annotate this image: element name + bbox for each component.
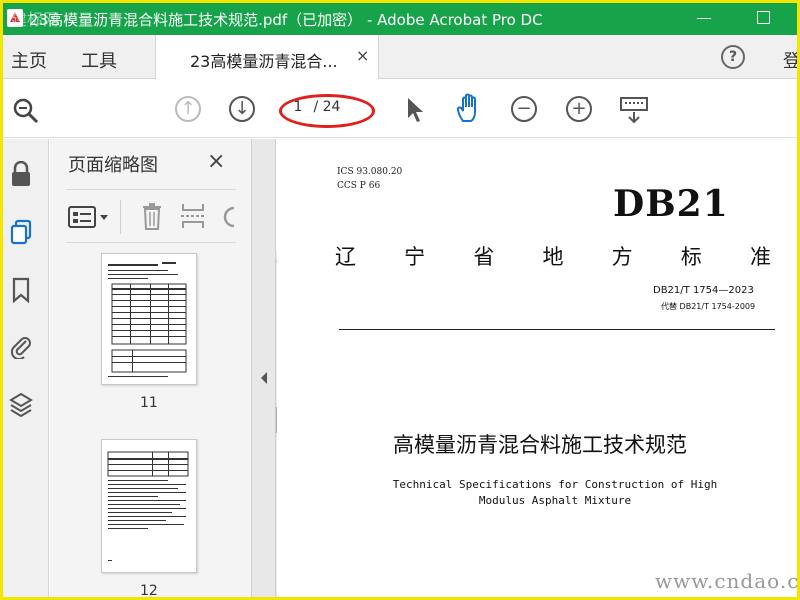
thumbnail-label-11: 11: [140, 395, 158, 411]
menu-tools[interactable]: 工具: [81, 47, 117, 73]
province-standard-heading: 辽宁省地方标准: [335, 241, 771, 271]
province-char: 宁: [404, 245, 426, 269]
province-char: 辽: [335, 245, 356, 269]
pages-icon[interactable]: [9, 219, 33, 245]
trash-icon[interactable]: [140, 202, 164, 230]
toolbar-divider: [120, 200, 121, 234]
keyboard-icon[interactable]: [619, 96, 651, 124]
thumbnail-page-12[interactable]: [101, 439, 197, 573]
chinese-title: 高模量沥青混合料施工技术规范: [393, 433, 687, 457]
menu-bar: 主页 工具 23高模量沥青混合... × ? 登: [3, 35, 797, 79]
thumbnail-12-preview: [107, 451, 189, 561]
main-toolbar: ↑ ↓ 1 / 24 − +: [3, 80, 797, 138]
english-title-line-2: Modulus Asphalt Mixture: [478, 494, 632, 507]
login-button[interactable]: 登: [783, 47, 797, 73]
thumbnail-panel-title: 页面缩略图: [68, 155, 158, 176]
english-title: Technical Specifications for Constructio…: [387, 477, 723, 509]
document-tab[interactable]: 23高模量沥青混合... ×: [155, 35, 379, 79]
search-zoom-icon[interactable]: [11, 96, 41, 126]
english-title-line-1: Technical Specifications for Constructio…: [392, 478, 718, 491]
left-rail: [3, 139, 49, 597]
select-arrow-icon[interactable]: [405, 96, 427, 124]
bookmark-icon[interactable]: [9, 277, 33, 303]
maximize-icon[interactable]: [757, 11, 770, 24]
document-tab-label: 23高模量沥青混合...: [190, 52, 338, 71]
hand-icon[interactable]: [455, 93, 485, 125]
layers-icon[interactable]: [9, 391, 33, 417]
standard-number: DB21/T 1754—2023: [653, 285, 754, 296]
rotate-icon[interactable]: [222, 204, 236, 230]
acrobat-window: 建标网 23高模量沥青混合料施工技术规范.pdf（已加密） - Adobe Ac…: [0, 0, 800, 600]
thumbnail-toolbar: [66, 189, 236, 243]
thumbnail-page-11[interactable]: [101, 253, 197, 385]
zoom-out-icon[interactable]: −: [511, 96, 537, 122]
province-char: 标: [680, 245, 702, 269]
title-bar: 建标网 23高模量沥青混合料施工技术规范.pdf（已加密） - Adobe Ac…: [3, 3, 797, 35]
province-char: 省: [473, 245, 495, 269]
prev-page-icon[interactable]: ↑: [175, 96, 201, 122]
window-title: 23高模量沥青混合料施工技术规范.pdf（已加密） - Adobe Acroba…: [29, 11, 543, 29]
ics-line: ICS 93.080.20: [337, 167, 403, 177]
db-logo: DB21: [613, 183, 729, 225]
help-icon[interactable]: ?: [721, 45, 745, 69]
document-view[interactable]: ICS 93.080.20 CCS P 66 DB21 辽 宁 省 地 方 标 准 DB21…: [277, 139, 797, 597]
document-tab-close-icon[interactable]: ×: [356, 46, 369, 65]
province-char: 地: [542, 245, 564, 269]
header-rule: [339, 329, 775, 330]
ics-code: ICS 93.080.20 CCS P 66: [337, 165, 402, 193]
lock-icon[interactable]: [9, 161, 33, 187]
thumbnail-panel: 页面缩略图 × 11 12: [50, 139, 292, 599]
ccs-line: CCS P 66: [337, 181, 381, 191]
thumbnail-options-icon[interactable]: [68, 206, 112, 228]
attachment-icon[interactable]: [9, 333, 33, 359]
red-highlight-oval: [279, 94, 375, 128]
replaces-note: 代替 DB21/T 1754-2009: [661, 302, 756, 311]
province-char: 方: [611, 245, 633, 269]
thumbnail-11-preview: [108, 262, 187, 377]
collapse-panel-icon[interactable]: [260, 371, 268, 385]
next-page-icon[interactable]: ↓: [229, 96, 255, 122]
panel-splitter[interactable]: [252, 139, 276, 597]
thumbnail-label-12: 12: [140, 583, 158, 599]
menu-home[interactable]: 主页: [11, 47, 47, 73]
site-watermark: www.cndao.com: [655, 569, 800, 593]
minimize-icon[interactable]: [697, 18, 711, 19]
zoom-in-icon[interactable]: +: [566, 96, 592, 122]
insert-page-icon[interactable]: [180, 202, 206, 230]
thumbnail-panel-close-icon[interactable]: ×: [207, 149, 225, 174]
province-char: 准: [749, 245, 771, 269]
